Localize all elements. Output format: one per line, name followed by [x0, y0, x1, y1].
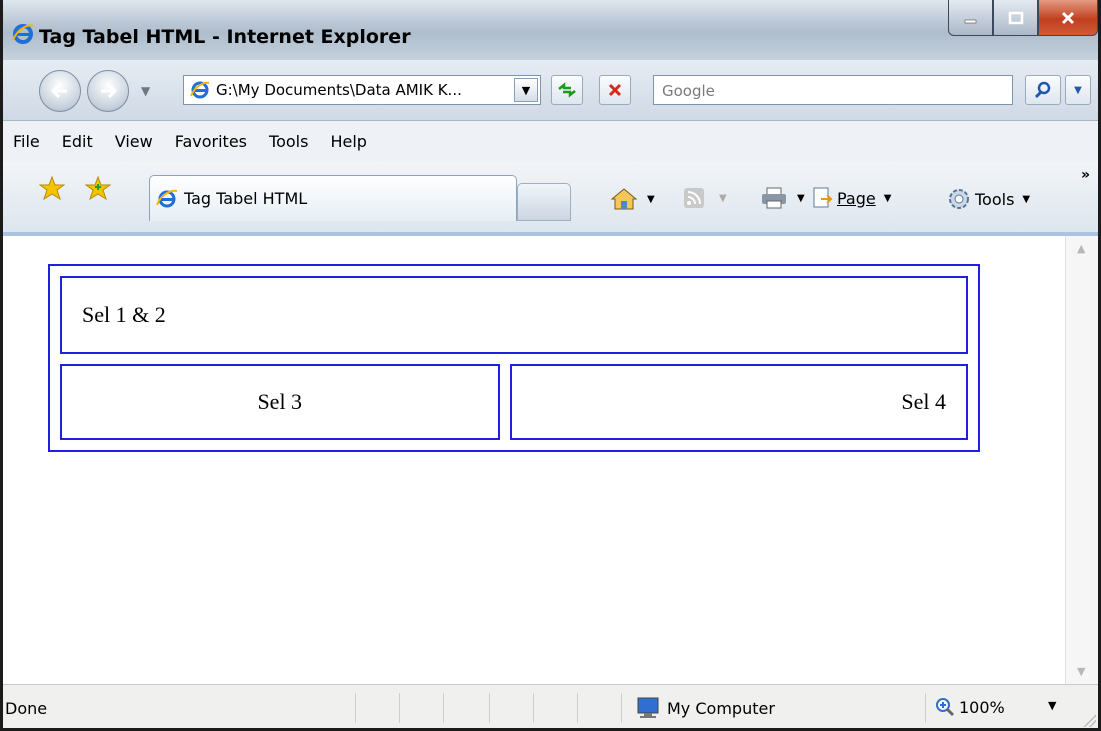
navigation-bar: ▼ G:\My Documents\Data AMIK K... ▼ ▼: [3, 60, 1098, 121]
status-bar: Done My Computer 100% ▼: [3, 684, 1098, 728]
page-menu-label: Page: [837, 188, 876, 208]
table-cell-3: Sel 3: [60, 364, 500, 440]
search-button[interactable]: [1025, 75, 1061, 105]
status-divider: [621, 693, 622, 723]
table-cell-4: Sel 4: [509, 364, 968, 440]
status-divider: [533, 693, 534, 723]
tab-label: Tag Tabel HTML: [184, 189, 308, 208]
page-menu-button[interactable]: Page ▼: [811, 187, 891, 209]
recent-pages-dropdown[interactable]: ▼: [141, 84, 150, 98]
page-icon: [813, 187, 833, 208]
feeds-icon: [684, 188, 704, 208]
demo-table: Sel 1 & 2 Sel 3 Sel 4: [48, 264, 980, 452]
status-text: Done: [5, 699, 48, 718]
maximize-button[interactable]: [993, 0, 1038, 36]
scroll-up-icon[interactable]: ▲: [1077, 242, 1085, 255]
search-input[interactable]: [660, 81, 1004, 101]
chevron-down-icon: ▼: [883, 192, 892, 204]
resize-grip-icon[interactable]: [1082, 713, 1096, 727]
forward-button[interactable]: [87, 70, 129, 112]
status-divider: [925, 693, 926, 723]
menu-favorites[interactable]: Favorites: [175, 132, 247, 151]
home-icon: [611, 188, 637, 210]
search-options-button[interactable]: ▼: [1065, 75, 1091, 105]
chevron-down-icon: ▼: [1074, 84, 1082, 96]
security-zone[interactable]: My Computer: [635, 697, 775, 719]
ie-page-icon: [156, 189, 178, 207]
maximize-icon: [1008, 11, 1023, 24]
print-icon: [762, 187, 786, 209]
chevron-down-icon: ▼: [797, 192, 805, 204]
page-content: Sel 1 & 2 Sel 3 Sel 4: [3, 236, 1065, 684]
menu-file[interactable]: File: [13, 132, 40, 151]
address-dropdown-button[interactable]: ▼: [514, 78, 538, 102]
status-divider: [443, 693, 444, 723]
tools-gear-icon: [949, 189, 969, 209]
new-tab-button[interactable]: [517, 183, 571, 221]
back-button[interactable]: [39, 70, 81, 112]
refresh-button[interactable]: [551, 75, 583, 105]
close-button[interactable]: [1038, 0, 1098, 36]
address-text[interactable]: G:\My Documents\Data AMIK K...: [216, 81, 516, 99]
zoom-control[interactable]: 100%: [935, 697, 1005, 717]
zoom-icon: [936, 698, 955, 717]
more-commands-icon[interactable]: »: [1081, 167, 1090, 183]
minimize-icon: [964, 19, 976, 23]
add-favorites-icon[interactable]: [84, 175, 112, 207]
tools-menu-label: Tools: [975, 189, 1015, 209]
title-bar: Tag Tabel HTML - Internet Explorer: [3, 0, 1098, 61]
computer-icon: [637, 697, 659, 718]
table-cell-1-2: Sel 1 & 2: [60, 276, 968, 354]
favorites-star-icon[interactable]: [38, 175, 66, 207]
status-divider: [399, 693, 400, 723]
menu-edit[interactable]: Edit: [62, 132, 93, 151]
chevron-down-icon: ▼: [1022, 193, 1031, 205]
feeds-button[interactable]: ▼: [683, 187, 727, 209]
print-button[interactable]: ▼: [761, 187, 805, 209]
menu-tools[interactable]: Tools: [269, 132, 308, 151]
tab-bar: Tag Tabel HTML ▼ ▼ ▼ Page ▼ Tools ▼ »: [3, 161, 1098, 233]
zoom-label: 100%: [959, 697, 1005, 717]
vertical-scrollbar[interactable]: ▲ ▼: [1065, 236, 1098, 684]
scroll-down-icon[interactable]: ▼: [1077, 665, 1085, 678]
tab-active[interactable]: Tag Tabel HTML: [149, 175, 517, 221]
browser-window: Tag Tabel HTML - Internet Explorer ▼ G:\…: [0, 0, 1101, 731]
search-icon: [1034, 81, 1051, 99]
chevron-down-icon: ▼: [719, 192, 727, 204]
tools-menu-button[interactable]: Tools ▼: [947, 187, 1030, 211]
chevron-down-icon: ▼: [647, 193, 655, 205]
status-divider: [489, 693, 490, 723]
forward-icon: [101, 83, 118, 99]
back-icon: [50, 83, 67, 99]
status-divider: [577, 693, 578, 723]
menu-bar: File Edit View Favorites Tools Help: [3, 121, 1098, 162]
address-bar[interactable]: G:\My Documents\Data AMIK K... ▼: [183, 75, 541, 105]
security-zone-label: My Computer: [667, 698, 775, 718]
stop-button[interactable]: [599, 75, 631, 105]
window-title: Tag Tabel HTML - Internet Explorer: [39, 26, 411, 48]
menu-help[interactable]: Help: [330, 132, 366, 151]
ie-logo-icon: [11, 22, 35, 50]
stop-icon: [608, 83, 622, 97]
ie-page-icon: [190, 81, 210, 99]
caption-buttons: [948, 0, 1098, 36]
close-icon: [1061, 11, 1075, 24]
status-divider: [355, 693, 356, 723]
refresh-icon: [558, 82, 576, 98]
chevron-down-icon[interactable]: ▼: [1048, 699, 1056, 712]
home-button[interactable]: ▼: [611, 187, 655, 211]
minimize-button[interactable]: [948, 0, 993, 36]
search-box[interactable]: [653, 75, 1013, 105]
menu-view[interactable]: View: [115, 132, 153, 151]
